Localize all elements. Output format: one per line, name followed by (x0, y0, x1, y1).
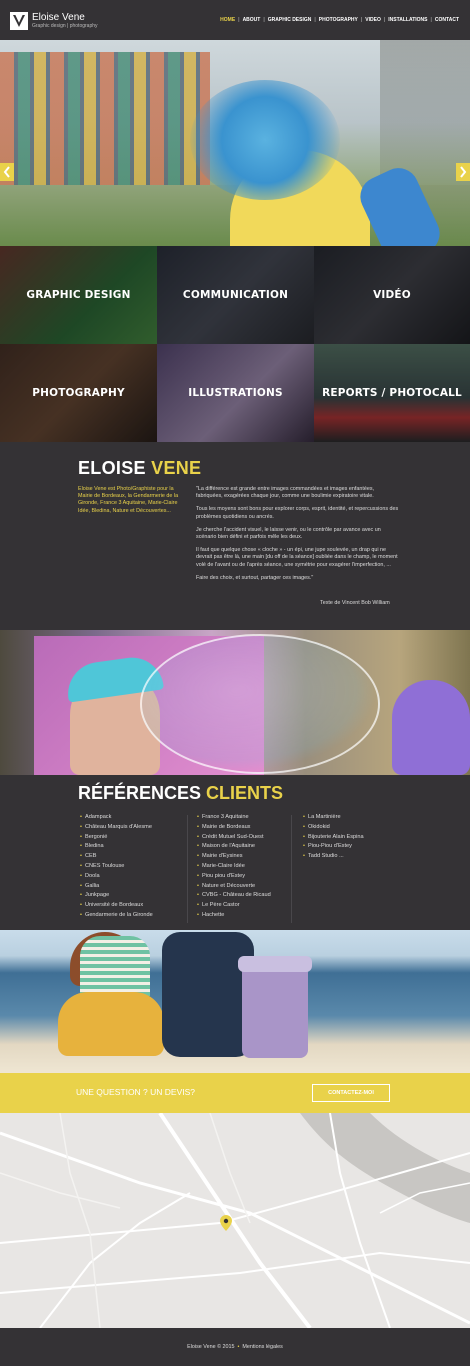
map-pin-icon[interactable] (220, 1215, 232, 1231)
beach-image-shirt (80, 936, 150, 996)
client-item: Piou-Piou d'Estey (303, 842, 364, 852)
contact-button[interactable]: CONTACTEZ-MOI (312, 1084, 390, 1102)
references-section: RÉFÉRENCES CLIENTS Adampack Château Marq… (0, 775, 470, 930)
nav-photography[interactable]: PHOTOGRAPHY (316, 17, 361, 23)
slider-next-button[interactable] (456, 163, 470, 181)
client-item: La Martinière (303, 813, 364, 823)
column-divider (291, 815, 292, 923)
quote-paragraph: Il faut que quelque chose « cloche » - u… (196, 547, 398, 568)
client-item: Maison de l'Aquitaine (197, 842, 271, 852)
hero-image-building (0, 52, 210, 192)
client-item: Bijouterie Alain Espina (303, 833, 364, 843)
client-item: Tadd Studio ... (303, 852, 364, 862)
slider-prev-button[interactable] (0, 163, 14, 181)
category-reports-photocall[interactable]: REPORTS / PHOTOCALL (314, 344, 470, 442)
quote-paragraph: Je cherche l'accident visuel, le laisse … (196, 526, 381, 541)
about-title-second: VENE (151, 458, 202, 478)
contact-cta-bar: UNE QUESTION ? UN DEVIS? CONTACTEZ-MOI (0, 1073, 470, 1113)
category-graphic-design[interactable]: GRAPHIC DESIGN (0, 246, 157, 344)
photo-band-beach (0, 930, 470, 1073)
category-label: ILLUSTRATIONS (188, 387, 283, 399)
nav-graphic-design[interactable]: GRAPHIC DESIGN (265, 17, 315, 23)
quote-paragraph: Tous les moyens sont bons pour explorer … (196, 506, 399, 520)
beach-image-skirt (58, 992, 164, 1056)
category-video[interactable]: VIDÉO (314, 246, 470, 344)
references-title-second: CLIENTS (206, 783, 284, 803)
category-illustrations[interactable]: ILLUSTRATIONS (157, 344, 314, 442)
hero-image-powder-splash (190, 80, 340, 200)
main-nav: HOME | ABOUT | GRAPHIC DESIGN | PHOTOGRA… (217, 17, 462, 23)
logo-icon[interactable] (10, 12, 28, 30)
about-title-first: ELOISE (78, 458, 146, 478)
references-title-first: RÉFÉRENCES (78, 783, 202, 803)
category-communication[interactable]: COMMUNICATION (157, 246, 314, 344)
client-item: Le Père Castor (197, 901, 271, 911)
map-graphic (0, 1113, 470, 1328)
client-item: CEB (80, 852, 153, 862)
footer-copyright: Eloise Vene © 2015 (187, 1344, 235, 1350)
client-item: Mairie d'Eysines (197, 852, 271, 862)
beach-image-bag (162, 932, 254, 1057)
about-title: ELOISE VENE (78, 458, 201, 479)
client-item: Crédit Mutuel Sud-Ouest (197, 833, 271, 843)
nav-installations[interactable]: INSTALLATIONS (385, 17, 430, 23)
hero-slider (0, 40, 470, 246)
chevron-right-icon (460, 166, 467, 178)
client-item: Bergonié (80, 833, 153, 843)
footer-separator: • (237, 1344, 240, 1350)
client-item: CVBG - Château de Ricaud (197, 891, 271, 901)
client-item: Okidokid (303, 823, 364, 833)
references-title: RÉFÉRENCES CLIENTS (78, 783, 283, 804)
client-item: Junkpage (80, 891, 153, 901)
location-map[interactable] (0, 1113, 470, 1328)
client-item: Marie-Claire Idée (197, 862, 271, 872)
category-label: REPORTS / PHOTOCALL (322, 387, 462, 399)
site-footer: Eloise Vene © 2015 • Mentions légales (0, 1328, 470, 1366)
client-item: Hachette (197, 911, 271, 921)
client-item: France 3 Aquitaine (197, 813, 271, 823)
nav-video[interactable]: VIDEO (362, 17, 384, 23)
client-item: CNES Toulouse (80, 862, 153, 872)
about-intro: Eloise Vene est Photo/Graphiste pour la … (78, 486, 179, 514)
client-item: Gallia (80, 882, 153, 892)
client-item: Doola (80, 872, 153, 882)
cta-text: UNE QUESTION ? UN DEVIS? (76, 1087, 196, 1097)
client-item: Mairie de Bordeaux (197, 823, 271, 833)
client-item: Gendarmerie de la Gironde (80, 911, 153, 921)
client-list-col2: France 3 Aquitaine Mairie de Bordeaux Cr… (197, 813, 271, 921)
client-item: Nature et Découverte (197, 882, 271, 892)
logo-name[interactable]: Eloise Vene (32, 12, 85, 23)
category-photography[interactable]: PHOTOGRAPHY (0, 344, 157, 442)
column-divider (187, 815, 188, 923)
client-item: Château Marquis d'Alesme (80, 823, 153, 833)
nav-about[interactable]: ABOUT (240, 17, 264, 23)
client-item: Bledina (80, 842, 153, 852)
legal-link[interactable]: Mentions légales (242, 1344, 282, 1350)
quote-paragraph: Faire des choix, et surtout, partager ce… (196, 574, 314, 581)
about-quote: "La différence est grande entre images c… (196, 486, 400, 588)
category-label: GRAPHIC DESIGN (26, 289, 131, 301)
beach-image-cooler (242, 958, 308, 1058)
category-grid: GRAPHIC DESIGN COMMUNICATION VIDÉO PHOTO… (0, 246, 470, 442)
category-label: VIDÉO (373, 289, 411, 301)
about-section: ELOISE VENE Eloise Vene est Photo/Graphi… (0, 442, 470, 630)
quote-paragraph: "La différence est grande entre images c… (196, 486, 375, 500)
nav-contact[interactable]: CONTACT (432, 17, 462, 23)
quote-credit: Texte de Vincent Bob William (320, 600, 390, 606)
beach-image-cooler-lid (238, 956, 312, 972)
photo-band-bubble (0, 630, 470, 775)
client-item: Piou piou d'Estey (197, 872, 271, 882)
client-item: Université de Bordeaux (80, 901, 153, 911)
nav-home[interactable]: HOME (217, 17, 238, 23)
band-image-toy (392, 680, 470, 775)
category-label: PHOTOGRAPHY (32, 387, 125, 399)
band-image-soap-bubble (140, 634, 380, 774)
chevron-left-icon (3, 166, 10, 178)
client-list-col3: La Martinière Okidokid Bijouterie Alain … (303, 813, 364, 862)
logo-tagline: Graphic design | photography (32, 23, 98, 29)
client-item: Adampack (80, 813, 153, 823)
client-list-col1: Adampack Château Marquis d'Alesme Bergon… (80, 813, 153, 921)
category-label: COMMUNICATION (182, 289, 289, 301)
site-header: Eloise Vene Graphic design | photography… (0, 0, 470, 40)
